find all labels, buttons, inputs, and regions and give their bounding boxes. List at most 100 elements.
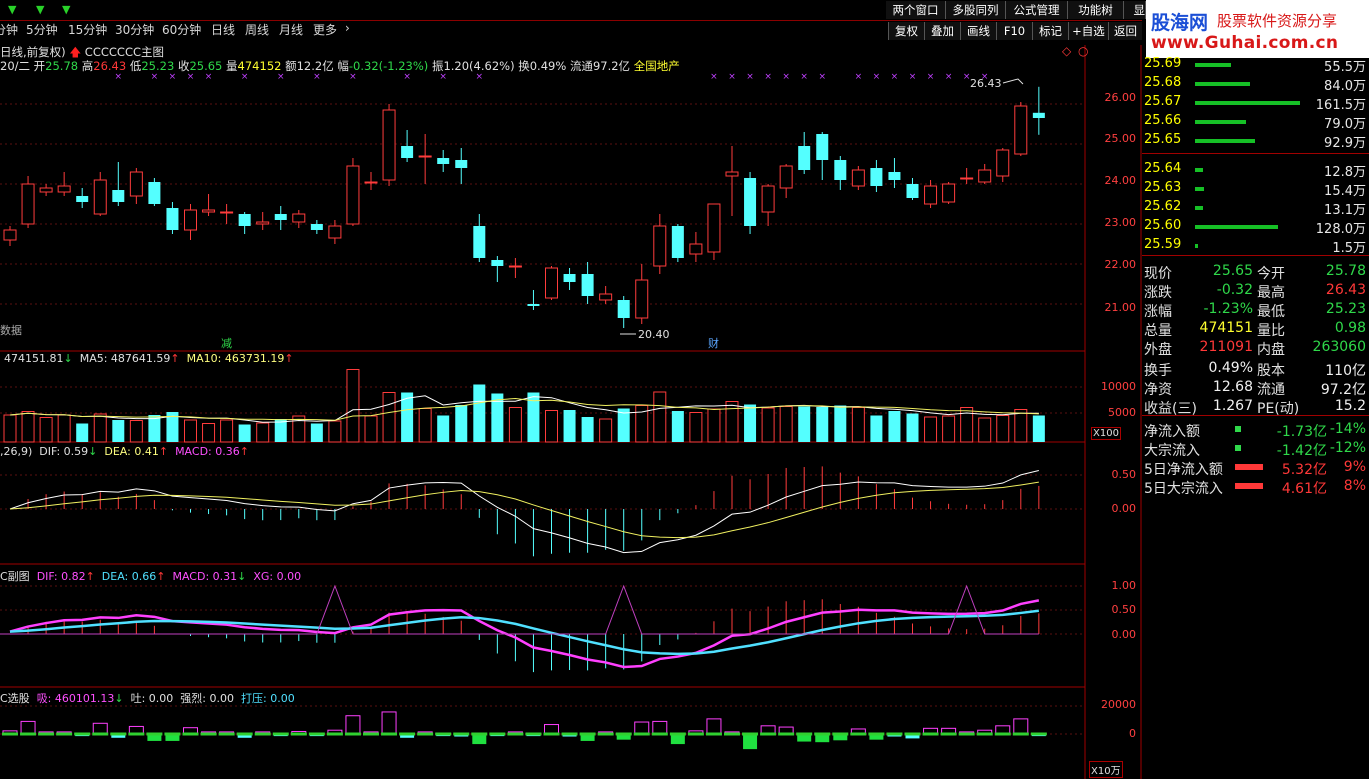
volume-bar-down (238, 424, 251, 442)
timeframe-tab[interactable]: 5分钟 (26, 21, 58, 38)
pick-panel-title[interactable]: C选股 (0, 692, 30, 705)
sub-panel-header: C副图 DIF: 0.82↑ DEA: 0.66↑ MACD: 0.31↓ XG… (0, 568, 301, 584)
timeframe-tab[interactable]: 更多 (313, 21, 337, 38)
f10-button[interactable]: F10 (996, 22, 1032, 40)
pick-bar-up (652, 720, 668, 735)
bid-row[interactable]: 25.60 128.0万 (1142, 217, 1369, 237)
mark-button[interactable]: 标记 (1032, 22, 1068, 40)
tab-arrow-icon[interactable]: ▼ (62, 3, 70, 16)
volume-bar-up (129, 420, 143, 443)
candle-body-down (76, 196, 89, 202)
display-button[interactable]: 显 (1124, 1, 1146, 19)
ask-volume-bar (1195, 82, 1250, 86)
bid-volume-bar (1195, 225, 1278, 229)
candle-body-up (256, 221, 270, 225)
pick-bar-up (92, 722, 108, 735)
main-indicator-name[interactable]: CCCCCCC主图 (85, 45, 164, 59)
ask-row[interactable]: 25.67 161.5万 (1142, 93, 1369, 113)
candle-body-down (112, 190, 125, 202)
timeframe-tab[interactable]: 分钟 (0, 21, 18, 38)
candle-body-down (798, 146, 811, 170)
stat-value: 110亿 (1325, 363, 1366, 379)
stat-row: 总量 474151 量比 0.98 (1142, 319, 1369, 339)
ask-price: 25.69 (1144, 56, 1182, 71)
flow-value: 4.61亿 (1281, 481, 1327, 497)
flow-bar (1235, 445, 1241, 451)
stat-label: 股本 (1257, 363, 1285, 379)
timeframe-tab[interactable]: 月线 (279, 21, 303, 38)
candle-body-down (1032, 112, 1045, 118)
timeframe-tab[interactable]: 60分钟 (162, 21, 201, 38)
bid-row[interactable]: 25.62 13.1万 (1142, 198, 1369, 218)
add-watchlist-button[interactable]: +自选 (1068, 22, 1108, 40)
more-chevron-icon[interactable]: › (345, 21, 350, 35)
ask-price: 25.65 (1144, 132, 1182, 147)
candle-body-up (689, 243, 703, 255)
stat-row: 现价 25.65 今开 25.78 (1142, 262, 1369, 282)
candle-body-up (202, 209, 216, 213)
sub-panel-title[interactable]: C副图 (0, 570, 30, 583)
down-arrow-icon: ↓ (63, 352, 73, 365)
restore-right-button[interactable]: 复权 (888, 22, 924, 40)
multi-stock-button[interactable]: 多股同列 (946, 1, 1006, 19)
timeframe-tab[interactable]: 15分钟 (68, 21, 107, 38)
stat-row: 收益(三) 1.267 PE(动) 15.2 (1142, 397, 1369, 417)
sector-label[interactable]: 全国地产 (634, 59, 680, 73)
volume-bar-down (473, 384, 486, 442)
bid-row[interactable]: 25.64 12.8万 (1142, 160, 1369, 180)
change-label: 幅 (337, 59, 349, 73)
volume-bar-up (21, 411, 35, 443)
sub-axis-label: 0.00 (1111, 628, 1137, 641)
bid-volume: 128.0万 (1315, 222, 1366, 237)
draw-line-button[interactable]: 画线 (960, 22, 996, 40)
chart-corner-icon[interactable]: ○ (1078, 44, 1088, 58)
candle-body-up (418, 155, 432, 158)
volume-bar-up (3, 414, 17, 443)
timeframe-tab[interactable]: 30分钟 (115, 21, 154, 38)
stat-label: 内盘 (1257, 342, 1285, 358)
price-axis-label: 23.00 (1104, 216, 1137, 229)
sub-axis-label: 0.50 (1111, 603, 1137, 616)
candle-body-up (129, 171, 143, 197)
kline-chart-area[interactable]: × × × × × × × × × × × × × × × × × × × × × × × × × × × (0, 45, 1142, 779)
candle-body-down (870, 168, 883, 186)
candle-body-down (888, 172, 901, 180)
ma5-text: MA5: 487641.59 (79, 352, 171, 365)
tab-arrow-icon[interactable]: ▼ (36, 3, 44, 16)
ask-row[interactable]: 25.65 92.9万 (1142, 131, 1369, 151)
ask-volume-bar (1195, 139, 1255, 143)
ask-row[interactable]: 25.66 79.0万 (1142, 112, 1369, 132)
tab-arrow-icon[interactable]: ▼ (8, 3, 16, 16)
candle-body-up (292, 213, 306, 223)
volume-bar-up (418, 408, 432, 443)
ask-volume: 161.5万 (1315, 98, 1366, 113)
ask-row[interactable]: 25.68 84.0万 (1142, 74, 1369, 94)
volume-bar-up (942, 415, 956, 443)
function-tree-button[interactable]: 功能树 (1068, 1, 1124, 19)
candle-body-up (978, 169, 992, 183)
timeframe-tab[interactable]: 日线 (211, 21, 235, 38)
candle-body-up (21, 183, 35, 225)
quote-divider (1142, 153, 1369, 154)
pick-bar-down (670, 734, 685, 745)
chart-corner-icon[interactable]: ◇ (1062, 44, 1071, 58)
bid-row[interactable]: 25.59 1.5万 (1142, 236, 1369, 256)
bid-price: 25.59 (1144, 237, 1182, 252)
amplitude-value: 1.20(4.62%) (443, 59, 515, 73)
pick-daya: 打压: 0.00 (241, 692, 295, 705)
candle-body-up (960, 177, 974, 180)
bid-volume-bar (1195, 206, 1204, 210)
bid-price: 25.63 (1144, 180, 1182, 195)
bar-date: 20/二 (0, 59, 31, 73)
stat-row: 涨跌 -0.32 最高 26.43 (1142, 281, 1369, 301)
formula-manage-button[interactable]: 公式管理 (1006, 1, 1068, 19)
quote-divider (1142, 255, 1369, 256)
overlay-button[interactable]: 叠加 (924, 22, 960, 40)
timeframe-tab[interactable]: 周线 (245, 21, 269, 38)
sub-xg: XG: 0.00 (253, 570, 302, 583)
two-windows-button[interactable]: 两个窗口 (886, 1, 946, 19)
candle-body-down (816, 134, 829, 160)
ask-row[interactable]: 25.69 55.5万 (1142, 55, 1369, 75)
back-button[interactable]: 返回 (1108, 22, 1142, 40)
bid-row[interactable]: 25.63 15.4万 (1142, 179, 1369, 199)
